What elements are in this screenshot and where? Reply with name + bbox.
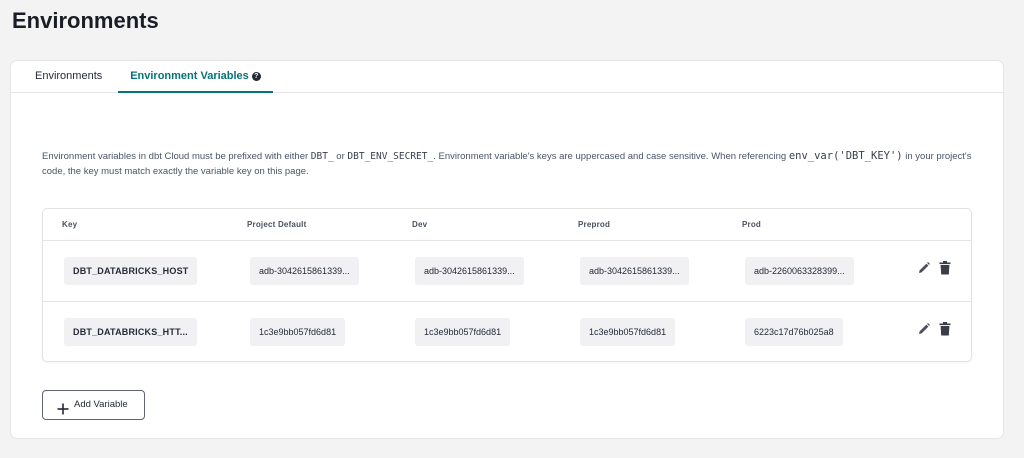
variable-key[interactable]: DBT_DATABRICKS_HOST xyxy=(64,257,198,285)
trash-icon[interactable] xyxy=(939,322,955,340)
value-project-default[interactable]: 1c3e9bb057fd6d81 xyxy=(250,318,346,346)
code-snippet: env_var('DBT_KEY') xyxy=(788,150,903,162)
environments-card: Environments Environment Variables? Envi… xyxy=(11,61,1003,438)
tab-label: Environments xyxy=(35,70,103,82)
env-variables-table: Key Project Default Dev Preprod Prod DBT… xyxy=(42,208,972,362)
column-header-project-default: Project Default xyxy=(247,220,307,229)
table-row: DBT_DATABRICKS_HOST adb-3042615861339...… xyxy=(43,241,971,302)
tab-bar: Environments Environment Variables? xyxy=(11,61,1003,93)
tab-environment-variables[interactable]: Environment Variables? xyxy=(118,61,273,93)
description-part: Environment variables in dbt Cloud must … xyxy=(42,151,311,162)
page-title: Environments xyxy=(12,8,159,33)
trash-icon[interactable] xyxy=(939,261,955,279)
column-header-preprod: Preprod xyxy=(578,220,611,229)
add-variable-button[interactable]: Add Variable xyxy=(42,390,145,420)
value-prod[interactable]: adb-2260063328399... xyxy=(745,257,854,285)
table-header: Key Project Default Dev Preprod Prod xyxy=(43,209,971,241)
value-project-default[interactable]: adb-3042615861339... xyxy=(250,257,359,285)
description-text: Environment variables in dbt Cloud must … xyxy=(42,149,977,179)
table-row: DBT_DATABRICKS_HTT... 1c3e9bb057fd6d81 1… xyxy=(43,302,971,363)
pencil-icon[interactable] xyxy=(917,261,933,279)
code-snippet: DBT_ENV_SECRET_ xyxy=(347,151,434,162)
pencil-icon[interactable] xyxy=(917,322,933,340)
column-header-dev: Dev xyxy=(412,220,428,229)
code-snippet: DBT_ xyxy=(310,151,334,162)
help-icon[interactable]: ? xyxy=(251,72,261,81)
value-preprod[interactable]: adb-3042615861339... xyxy=(580,257,689,285)
value-dev[interactable]: 1c3e9bb057fd6d81 xyxy=(415,318,511,346)
value-dev[interactable]: adb-3042615861339... xyxy=(415,257,524,285)
column-header-key: Key xyxy=(62,220,78,229)
tab-label: Environment Variables xyxy=(130,70,249,82)
description-part: or xyxy=(333,151,348,162)
tab-environments[interactable]: Environments xyxy=(35,61,102,93)
variable-key[interactable]: DBT_DATABRICKS_HTT... xyxy=(64,318,197,346)
column-header-prod: Prod xyxy=(742,220,762,229)
value-prod[interactable]: 6223c17d76b025a8 xyxy=(745,318,843,346)
description-part: . Environment variable's keys are upperc… xyxy=(433,151,789,162)
plus-icon xyxy=(57,399,69,415)
value-preprod[interactable]: 1c3e9bb057fd6d81 xyxy=(580,318,676,346)
add-variable-label: Add Variable xyxy=(74,399,128,410)
